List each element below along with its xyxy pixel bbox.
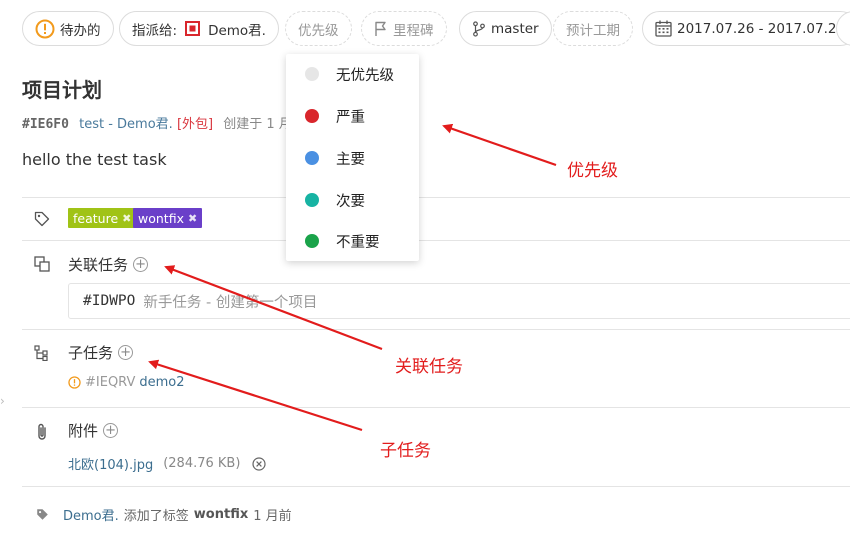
label-wontfix[interactable]: wontfix ✖ bbox=[133, 208, 203, 228]
divider bbox=[22, 486, 850, 487]
label-feature[interactable]: feature ✖ bbox=[68, 208, 137, 228]
todo-status-icon bbox=[68, 376, 81, 389]
status-button[interactable]: 待办的 bbox=[22, 11, 114, 46]
subtask-id: #IEQRV bbox=[85, 375, 136, 390]
priority-option-minor[interactable]: 次要 bbox=[286, 182, 419, 218]
priority-option-critical[interactable]: 严重 bbox=[286, 98, 419, 134]
visibility-badge: [外包] bbox=[176, 117, 214, 132]
task-title: 项目计划 bbox=[22, 78, 102, 102]
project-link[interactable]: test - Demo君. bbox=[79, 117, 173, 132]
attachments-title: 附件 + bbox=[68, 420, 119, 441]
divider bbox=[22, 407, 850, 408]
estimate-label: 预计工期 bbox=[566, 22, 620, 39]
divider bbox=[22, 240, 850, 241]
priority-option-trivial[interactable]: 不重要 bbox=[286, 223, 419, 259]
linked-task-text: 新手任务 - 创建第一个项目 bbox=[143, 294, 318, 311]
task-description: hello the test task bbox=[22, 150, 167, 169]
attachment-size: (284.76 KB) bbox=[163, 456, 241, 471]
subtask-tree-icon bbox=[34, 345, 50, 365]
section-title-text: 附件 bbox=[68, 422, 99, 440]
milestone-label: 里程碑 bbox=[393, 22, 434, 39]
branch-button[interactable]: master bbox=[459, 11, 552, 46]
linked-task-item[interactable]: #IDWPO 新手任务 - 创建第一个项目 bbox=[68, 283, 850, 319]
linked-tasks-title: 关联任务 + bbox=[68, 254, 149, 275]
priority-option-label: 严重 bbox=[336, 109, 365, 126]
priority-dropdown: 无优先级 严重 主要 次要 不重要 bbox=[286, 54, 419, 261]
calendar-icon bbox=[655, 20, 672, 37]
annotation-arrow-subtask bbox=[148, 359, 363, 432]
priority-label: 优先级 bbox=[298, 22, 339, 39]
activity-user[interactable]: Demo君. bbox=[63, 505, 119, 524]
priority-button[interactable]: 优先级 bbox=[285, 11, 352, 46]
annotation-priority: 优先级 bbox=[567, 161, 618, 181]
status-label: 待办的 bbox=[60, 22, 101, 39]
divider bbox=[22, 197, 850, 198]
subtasks-title: 子任务 + bbox=[68, 342, 134, 363]
assignee-button[interactable]: 指派给: Demo君. bbox=[119, 11, 279, 46]
activity-label: wontfix bbox=[193, 507, 249, 522]
section-title-text: 子任务 bbox=[68, 344, 114, 362]
activity-item: Demo君. 添加了标签 wontfix 1 月前 bbox=[36, 505, 292, 524]
divider bbox=[22, 329, 850, 330]
label-text: wontfix bbox=[138, 210, 184, 226]
section-title-text: 关联任务 bbox=[68, 256, 129, 274]
chevron-right-icon: › bbox=[0, 394, 5, 408]
assignee-name: Demo君. bbox=[208, 22, 266, 39]
activity-time: 1 月前 bbox=[253, 509, 292, 524]
user-avatar-icon bbox=[185, 21, 201, 36]
add-attachment-icon[interactable]: + bbox=[103, 423, 119, 438]
subtask-name[interactable]: demo2 bbox=[139, 375, 184, 390]
priority-dot bbox=[305, 67, 319, 81]
flag-icon bbox=[374, 21, 388, 37]
delete-attachment-icon[interactable] bbox=[252, 456, 267, 471]
created-time: 创建于 1 月 bbox=[223, 117, 292, 132]
priority-dot bbox=[305, 151, 319, 165]
annotation-arrow-priority bbox=[442, 123, 557, 167]
priority-dot bbox=[305, 234, 319, 248]
annotation-linked: 关联任务 bbox=[395, 357, 463, 377]
task-meta: #IE6F0 test - Demo君. [外包] 创建于 1 月 bbox=[22, 113, 292, 132]
estimate-button[interactable]: 预计工期 bbox=[553, 11, 633, 46]
attachment-file-link[interactable]: 北欧(104).jpg bbox=[68, 454, 153, 473]
date-range-button[interactable]: 2017.07.26 - 2017.07.27 bbox=[642, 11, 850, 46]
label-text: feature bbox=[73, 210, 119, 226]
priority-option-major[interactable]: 主要 bbox=[286, 140, 419, 176]
priority-dot bbox=[305, 193, 319, 207]
task-id: #IE6F0 bbox=[22, 117, 69, 132]
priority-option-label: 主要 bbox=[336, 151, 365, 168]
subtask-item[interactable]: #IEQRV demo2 bbox=[68, 375, 185, 390]
linked-task-icon bbox=[34, 256, 50, 276]
activity-action: 添加了标签 bbox=[123, 509, 189, 524]
activity-tag-icon bbox=[36, 508, 49, 521]
milestone-button[interactable]: 里程碑 bbox=[361, 11, 447, 46]
priority-dot bbox=[305, 109, 319, 123]
remove-label-icon[interactable]: ✖ bbox=[188, 212, 197, 225]
annotation-subtask: 子任务 bbox=[380, 441, 431, 461]
assignee-prefix: 指派给: bbox=[132, 22, 178, 39]
remove-label-icon[interactable]: ✖ bbox=[122, 212, 131, 225]
date-range-label: 2017.07.26 - 2017.07.27 bbox=[677, 20, 846, 37]
git-branch-icon bbox=[472, 20, 486, 37]
branch-label: master bbox=[491, 20, 539, 37]
priority-option-none[interactable]: 无优先级 bbox=[286, 56, 419, 92]
linked-task-id: #IDWPO bbox=[83, 293, 136, 309]
priority-option-label: 不重要 bbox=[336, 234, 380, 251]
paperclip-icon bbox=[34, 422, 50, 446]
add-subtask-icon[interactable]: + bbox=[118, 345, 134, 360]
attachment-item: 北欧(104).jpg (284.76 KB) bbox=[68, 454, 267, 473]
priority-option-label: 次要 bbox=[336, 193, 365, 210]
todo-status-icon bbox=[35, 19, 55, 39]
tag-icon bbox=[34, 211, 50, 231]
priority-option-label: 无优先级 bbox=[336, 67, 394, 84]
add-linked-task-icon[interactable]: + bbox=[133, 257, 149, 272]
